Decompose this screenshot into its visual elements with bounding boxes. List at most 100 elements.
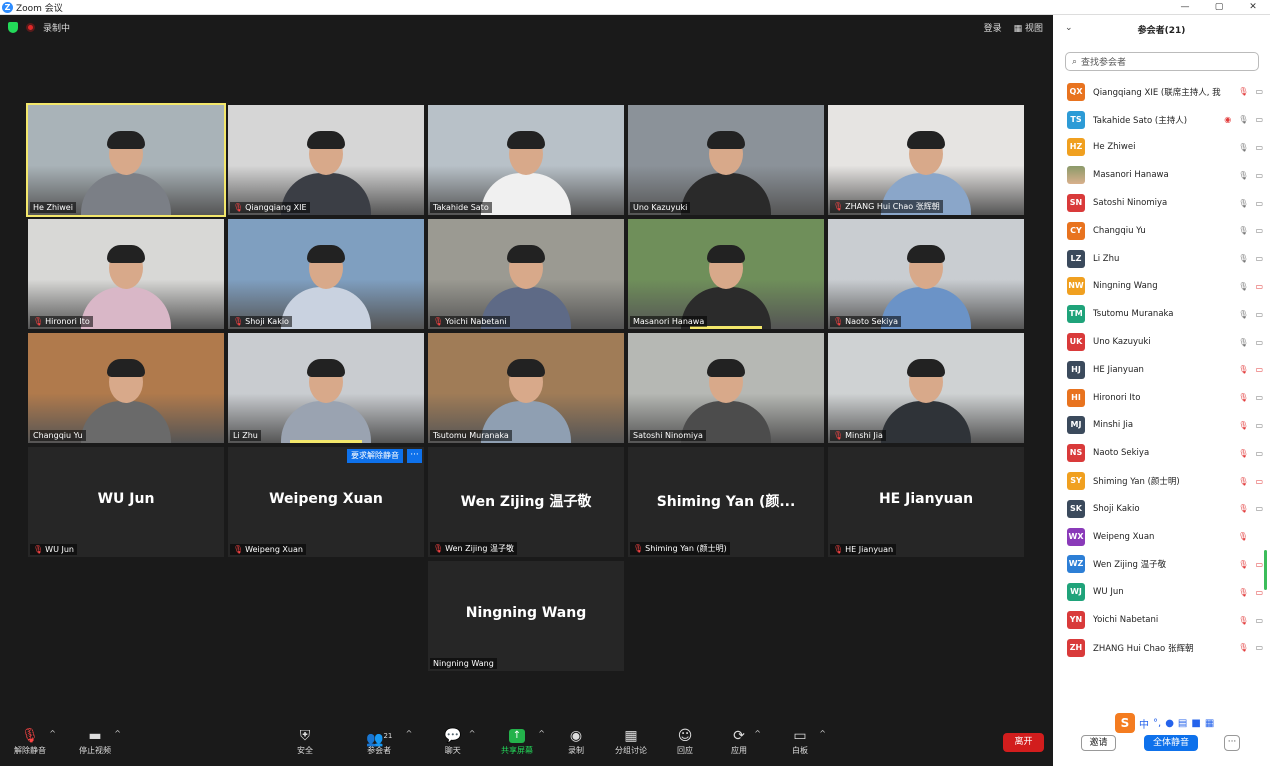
mic-off-icon: 🎙 xyxy=(1238,476,1249,486)
ime-item[interactable]: °, xyxy=(1153,718,1161,729)
ime-toolbar[interactable]: S 中 °, ● ▤ ■ ▦ xyxy=(1115,713,1214,733)
video-tile[interactable]: Uno Kazuyuki xyxy=(628,105,824,215)
video-tile[interactable]: Li Zhu xyxy=(228,333,424,443)
login-button[interactable]: 登录 xyxy=(984,21,1002,34)
chevron-up-icon[interactable]: ^ xyxy=(49,729,56,738)
participant-row[interactable]: ZH ZHANG Hui Chao 张辉朝 🎙 ▭ xyxy=(1053,634,1263,662)
stop-video-button[interactable]: ▬ 停止视频 ^ xyxy=(79,727,121,756)
video-tile[interactable]: Tsutomu Muranaka xyxy=(428,333,624,443)
minimize-button[interactable]: — xyxy=(1168,0,1202,15)
recording-label[interactable]: 录制中 xyxy=(43,21,70,34)
avatar: ZH xyxy=(1067,638,1085,657)
participant-row[interactable]: YN Yoichi Nabetani 🎙 ▭ xyxy=(1053,606,1263,634)
participant-row[interactable]: SY Shiming Yan (颜士明) 🎙 ▭ xyxy=(1053,467,1263,495)
participant-row[interactable]: LZ Li Zhu 🎙 ▭ xyxy=(1053,245,1263,273)
participant-row[interactable]: SN Satoshi Ninomiya 🎙 ▭ xyxy=(1053,189,1263,217)
video-tile[interactable]: Masanori Hanawa xyxy=(628,219,824,329)
participant-row[interactable]: CY Changqiu Yu 🎙 ▭ xyxy=(1053,217,1263,245)
video-tile[interactable]: Satoshi Ninomiya xyxy=(628,333,824,443)
breakout-rooms-button[interactable]: ▦ 分组讨论 xyxy=(615,727,647,756)
chevron-up-icon[interactable]: ^ xyxy=(819,729,826,738)
participant-row[interactable]: Masanori Hanawa 🎙 ▭ xyxy=(1053,161,1263,189)
participant-name: ZHANG Hui Chao 张辉朝 xyxy=(1093,643,1194,654)
participant-status-icons: 🎙 ▭ xyxy=(1238,616,1263,625)
chevron-up-icon[interactable]: ^ xyxy=(469,729,476,738)
apps-button[interactable]: ⟳ 应用 ^ xyxy=(731,727,761,756)
chevron-up-icon[interactable]: ^ xyxy=(406,729,413,738)
video-tile[interactable]: 🎙 Naoto Sekiya xyxy=(828,219,1024,329)
video-tile[interactable]: He Zhiwei xyxy=(26,103,226,217)
participant-row[interactable]: TM Tsutomu Muranaka 🎙 ▭ xyxy=(1053,300,1263,328)
participant-row[interactable]: WJ WU Jun 🎙 ▭ xyxy=(1053,578,1263,606)
unmute-button[interactable]: 🎙 解除静音 ^ xyxy=(14,727,56,756)
invite-button[interactable]: 邀请 xyxy=(1081,735,1116,751)
video-tile[interactable]: 🎙 ZHANG Hui Chao 张辉朝 xyxy=(828,105,1024,215)
record-button[interactable]: ◉ 录制 xyxy=(568,727,584,756)
participant-row[interactable]: WX Weipeng Xuan 🎙 xyxy=(1053,523,1263,551)
video-tile[interactable]: WU Jun 🎙 WU Jun xyxy=(28,447,224,557)
mute-all-button[interactable]: 全体静音 xyxy=(1144,735,1198,751)
participant-row[interactable]: MJ Minshi Jia 🎙 ▭ xyxy=(1053,412,1263,440)
video-tile[interactable]: 🎙 Qiangqiang XIE xyxy=(228,105,424,215)
video-tile[interactable]: Takahide Sato xyxy=(428,105,624,215)
participant-row[interactable]: UK Uno Kazuyuki 🎙 ▭ xyxy=(1053,328,1263,356)
name-tag-label: Ningning Wang xyxy=(433,659,494,668)
participant-search-input[interactable]: ⌕ 查找参会者 xyxy=(1065,52,1259,71)
mic-off-icon: 🎙 xyxy=(21,728,39,744)
mic-off-icon: 🎙 xyxy=(433,544,444,553)
whiteboard-button[interactable]: ▭ 白板 ^ xyxy=(792,727,826,756)
participant-row[interactable]: SK Shoji Kakio 🎙 ▭ xyxy=(1053,495,1263,523)
ask-unmute-button[interactable]: 要求解除静音 xyxy=(347,449,403,463)
chevron-up-icon[interactable]: ^ xyxy=(754,729,761,738)
panel-scrollbar[interactable] xyxy=(1264,550,1267,590)
ime-mic-icon[interactable]: ● xyxy=(1165,718,1174,729)
name-tag: Takahide Sato xyxy=(430,202,492,213)
participant-row[interactable]: NW Ningning Wang 🎙 ▭ xyxy=(1053,273,1263,301)
participant-row[interactable]: NS Naoto Sekiya 🎙 ▭ xyxy=(1053,439,1263,467)
tile-more-button[interactable]: ··· xyxy=(407,449,422,463)
video-tile[interactable]: Ningning Wang Ningning Wang xyxy=(428,561,624,671)
video-tile[interactable]: Changqiu Yu xyxy=(28,333,224,443)
video-tile[interactable]: HE Jianyuan 🎙 HE Jianyuan xyxy=(828,447,1024,557)
participant-row[interactable]: TS Takahide Sato (主持人) ◉ 🎙 ▭ xyxy=(1053,106,1263,134)
video-tile[interactable]: 🎙 Minshi Jia xyxy=(828,333,1024,443)
share-label: 共享屏幕 xyxy=(501,746,533,755)
leave-button[interactable]: 离开 xyxy=(1003,733,1044,752)
participant-video-image xyxy=(281,245,371,329)
participant-row[interactable]: QX Qiangqiang XIE (联席主持人, 我) 🎙 ▭ xyxy=(1053,78,1263,106)
camera-off-icon: ▭ xyxy=(1255,281,1263,291)
participant-row[interactable]: HJ HE Jianyuan 🎙 ▭ xyxy=(1053,356,1263,384)
chat-button[interactable]: 💬 聊天 ^ xyxy=(444,727,475,756)
mic-icon: 🎙 xyxy=(1238,281,1249,291)
video-tile[interactable]: 🎙 Hironori Ito xyxy=(28,219,224,329)
ime-skin-icon[interactable]: ■ xyxy=(1191,718,1200,729)
share-screen-button[interactable]: ↑ 共享屏幕 ^ xyxy=(501,727,545,756)
video-tile[interactable]: Shiming Yan (颜... 🎙 Shiming Yan (颜士明) xyxy=(628,447,824,557)
security-button[interactable]: ⛨ 安全 xyxy=(297,727,313,756)
video-feed xyxy=(428,105,624,215)
name-tag: 🎙 ZHANG Hui Chao 张辉朝 xyxy=(830,200,943,213)
ime-menu-icon[interactable]: ▦ xyxy=(1205,718,1214,729)
ime-keyboard-icon[interactable]: ▤ xyxy=(1178,718,1187,729)
chevron-up-icon[interactable]: ^ xyxy=(538,729,545,738)
participant-row[interactable]: HI Hironori Ito 🎙 ▭ xyxy=(1053,384,1263,412)
participant-name: He Zhiwei xyxy=(1093,142,1136,153)
participants-button[interactable]: 👥21 参会者 ^ xyxy=(366,727,412,756)
participant-row[interactable]: HZ He Zhiwei 🎙 ▭ xyxy=(1053,134,1263,162)
chevron-up-icon[interactable]: ^ xyxy=(114,729,121,738)
video-tile[interactable]: Wen Zijing 温子敬 🎙 Wen Zijing 温子敬 xyxy=(428,447,624,557)
participant-row[interactable]: WZ Wen Zijing 温子敬 🎙 ▭ xyxy=(1053,551,1263,579)
ime-item[interactable]: 中 xyxy=(1139,716,1149,731)
mic-icon: 🎙 xyxy=(1238,170,1249,180)
video-tile[interactable]: 🎙 Yoichi Nabetani xyxy=(428,219,624,329)
name-tag: 🎙 Shoji Kakio xyxy=(230,316,292,327)
close-button[interactable]: ✕ xyxy=(1236,0,1270,15)
view-button[interactable]: ▦ 视图 xyxy=(1014,21,1043,34)
video-tile[interactable]: 🎙 Shoji Kakio xyxy=(228,219,424,329)
reactions-button[interactable]: ☺ 回应 xyxy=(677,727,693,756)
video-tile[interactable]: Weipeng Xuan 🎙 Weipeng Xuan xyxy=(228,447,424,557)
encryption-shield-icon[interactable] xyxy=(8,22,18,33)
maximize-button[interactable]: ▢ xyxy=(1202,0,1236,15)
name-tag-label: Shiming Yan (颜士明) xyxy=(645,544,727,553)
panel-more-button[interactable]: ··· xyxy=(1224,735,1240,751)
